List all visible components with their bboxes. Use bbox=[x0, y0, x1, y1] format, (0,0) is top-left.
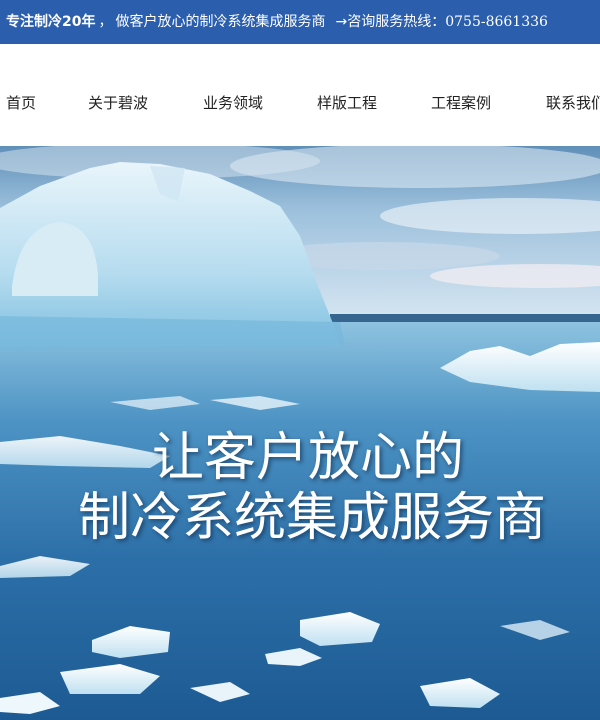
separator: ， bbox=[98, 14, 113, 30]
nav-item-about[interactable]: 关于碧波 bbox=[88, 92, 148, 113]
nav-item-cases[interactable]: 工程案例 bbox=[431, 92, 491, 113]
arrow-icon: → bbox=[335, 14, 348, 30]
brand-tagline: 专注制冷20年 bbox=[6, 14, 96, 30]
nav-item-samples[interactable]: 样版工程 bbox=[317, 92, 377, 113]
nav-item-home[interactable]: 首页 bbox=[6, 92, 36, 113]
nav-item-contact[interactable]: 联系我们 bbox=[546, 92, 600, 113]
top-announcement-bar: 专注制冷20年，做客户放心的制冷系统集成服务商 →咨询服务热线：0755-8661… bbox=[0, 0, 600, 44]
hero-title-line2: 制冷系统集成服务商 bbox=[77, 488, 546, 548]
slogan: 做客户放心的制冷系统集成服务商 bbox=[115, 14, 326, 30]
hero-banner: 让客户放心的 制冷系统集成服务商 bbox=[0, 146, 600, 720]
nav-item-business[interactable]: 业务领域 bbox=[203, 92, 263, 113]
announcement-text: 专注制冷20年，做客户放心的制冷系统集成服务商 →咨询服务热线：0755-8661… bbox=[6, 12, 548, 32]
hotline-text: 咨询服务热线：0755-8661336 bbox=[347, 14, 548, 30]
hero-title-line1: 让客户放心的 bbox=[151, 428, 464, 488]
main-navigation: 首页 关于碧波 业务领域 样版工程 工程案例 联系我们 bbox=[0, 44, 600, 146]
